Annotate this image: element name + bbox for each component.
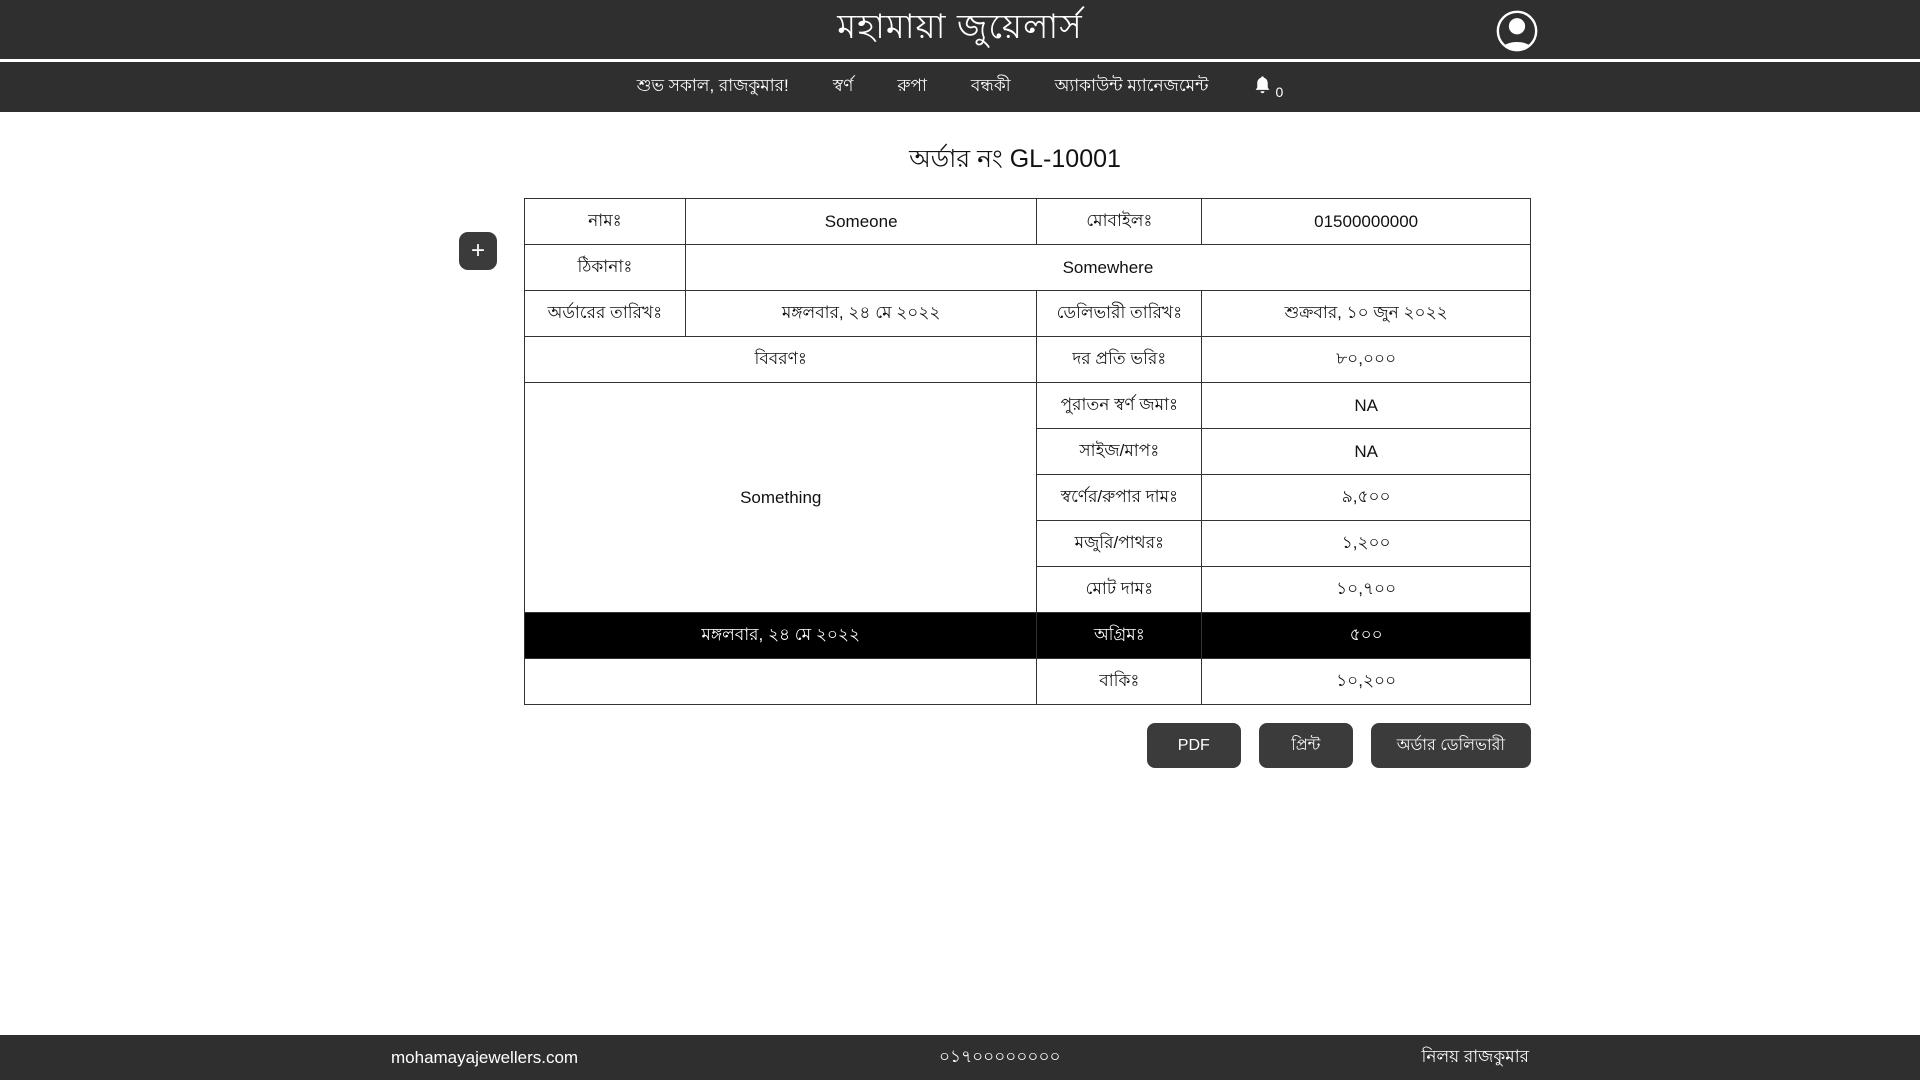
name-value: Someone [685, 199, 1037, 245]
address-value: Somewhere [685, 245, 1530, 291]
description-value: Something [525, 383, 1037, 613]
action-buttons: PDF প্রিন্ট অর্ডার ডেলিভারী [524, 723, 1531, 768]
empty-cell [525, 659, 1037, 705]
user-avatar-button[interactable] [1494, 8, 1540, 54]
table-row-name-mobile: নামঃ Someone মোবাইলঃ 01500000000 [525, 199, 1531, 245]
nav-item-mortgage[interactable]: বন্ধকী [971, 73, 1011, 101]
table-row-advance: মঙ্গলবার, ২৪ মে ২০২২ অগ্রিমঃ ৫০০ [525, 613, 1531, 659]
due-label: বাকিঃ [1037, 659, 1202, 705]
name-label: নামঃ [525, 199, 686, 245]
order-page: অর্ডার নং GL-10001 + নামঃ Someone মোবাইল… [0, 112, 1920, 1035]
nav-item-account-management[interactable]: অ্যাকাউন্ট ম্যানেজমেন্ট [1055, 73, 1209, 101]
delivery-date-value: শুক্রবার, ১০ জুন ২০২২ [1202, 291, 1531, 337]
total-label: মোট দামঃ [1037, 567, 1202, 613]
advance-value: ৫০০ [1202, 613, 1531, 659]
old-gold-label: পুরাতন স্বর্ণ জমাঃ [1037, 383, 1202, 429]
main-nav: শুভ সকাল, রাজকুমার! স্বর্ণ রুপা বন্ধকী অ… [0, 62, 1920, 112]
user-avatar-icon [1494, 42, 1540, 57]
page-title: অর্ডার নং GL-10001 [110, 139, 1920, 182]
nav-item-gold[interactable]: স্বর্ণ [833, 73, 854, 101]
order-details-table: নামঃ Someone মোবাইলঃ 01500000000 ঠিকানাঃ… [524, 198, 1531, 705]
description-label: বিবরণঃ [525, 337, 1037, 383]
mobile-label: মোবাইলঃ [1037, 199, 1202, 245]
address-label: ঠিকানাঃ [525, 245, 686, 291]
table-row-dates: অর্ডারের তারিখঃ মঙ্গলবার, ২৪ মে ২০২২ ডেল… [525, 291, 1531, 337]
table-row-description-rate: বিবরণঃ দর প্রতি ভরিঃ ৮০,০০০ [525, 337, 1531, 383]
table-row-old-gold: Something পুরাতন স্বর্ণ জমাঃ NA [525, 383, 1531, 429]
app-title: মহামায়া জুয়েলার্স [837, 1, 1082, 58]
delivery-date-label: ডেলিভারী তারিখঃ [1037, 291, 1202, 337]
size-label: সাইজ/মাপঃ [1037, 429, 1202, 475]
old-gold-value: NA [1202, 383, 1531, 429]
labor-stone-label: মজুরি/পাথরঃ [1037, 521, 1202, 567]
size-value: NA [1202, 429, 1531, 475]
app-footer: mohamayajewellers.com ০১৭০০০০০০০০ নিলয় … [0, 1035, 1920, 1080]
due-value: ১০,২০০ [1202, 659, 1531, 705]
advance-label: অগ্রিমঃ [1037, 613, 1202, 659]
table-row-due: বাকিঃ ১০,২০০ [525, 659, 1531, 705]
mobile-value: 01500000000 [1202, 199, 1531, 245]
greeting-text: শুভ সকাল, রাজকুমার! [637, 73, 789, 101]
footer-website: mohamayajewellers.com [391, 1048, 578, 1068]
order-date-label: অর্ডারের তারিখঃ [525, 291, 686, 337]
order-delivery-button[interactable]: অর্ডার ডেলিভারী [1371, 723, 1531, 768]
notification-count: 0 [1275, 84, 1283, 100]
rate-per-bhori-value: ৮০,০০০ [1202, 337, 1531, 383]
notification-bell-button[interactable]: 0 [1252, 74, 1283, 100]
app-header: মহামায়া জুয়েলার্স [0, 0, 1920, 62]
footer-phone: ০১৭০০০০০০০০ [939, 1044, 1061, 1072]
bell-icon [1252, 74, 1273, 100]
print-button[interactable]: প্রিন্ট [1259, 723, 1353, 768]
nav-item-silver[interactable]: রুপা [897, 73, 927, 101]
footer-owner: নিলয় রাজকুমার [1421, 1044, 1529, 1072]
order-content: + নামঃ Someone মোবাইলঃ 01500000000 ঠিকান… [524, 198, 1531, 768]
add-order-button[interactable]: + [459, 232, 497, 270]
total-value: ১০,৭০০ [1202, 567, 1531, 613]
order-date-value: মঙ্গলবার, ২৪ মে ২০২২ [685, 291, 1037, 337]
metal-price-label: স্বর্ণের/রুপার দামঃ [1037, 475, 1202, 521]
metal-price-value: ৯,৫০০ [1202, 475, 1531, 521]
advance-date-value: মঙ্গলবার, ২৪ মে ২০২২ [525, 613, 1037, 659]
pdf-button[interactable]: PDF [1147, 723, 1241, 768]
rate-per-bhori-label: দর প্রতি ভরিঃ [1037, 337, 1202, 383]
labor-stone-value: ১,২০০ [1202, 521, 1531, 567]
table-row-address: ঠিকানাঃ Somewhere [525, 245, 1531, 291]
